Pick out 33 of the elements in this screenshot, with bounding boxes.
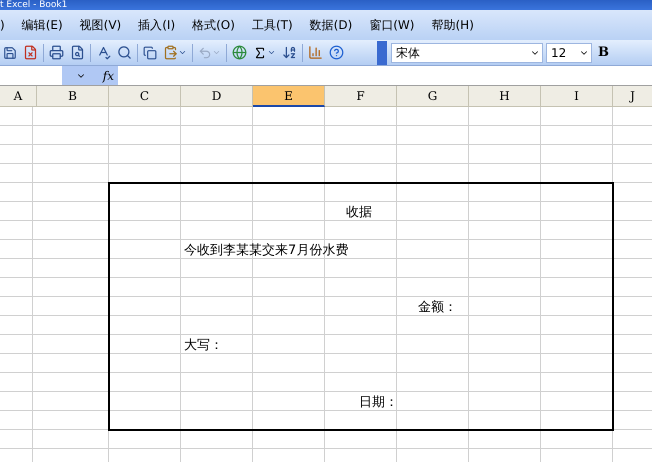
column-header[interactable]: H <box>469 86 541 107</box>
amount-label: 金额： <box>417 298 458 317</box>
column-header[interactable]: E <box>253 86 325 107</box>
toolbar-handle[interactable] <box>377 40 387 64</box>
menu-item[interactable]: 视图(V) <box>80 16 122 34</box>
column-header[interactable]: A <box>0 86 37 107</box>
menu-item[interactable]: 工具(T) <box>252 16 293 34</box>
fx-label[interactable]: fx <box>102 66 114 84</box>
menu-item[interactable]: 格式(O) <box>192 16 235 34</box>
menu-item[interactable]: 编辑(E) <box>22 16 63 34</box>
capital-label: 大写： <box>183 336 224 355</box>
font-name: 宋体 <box>396 44 420 62</box>
menu-item[interactable]: 窗口(W) <box>369 16 414 34</box>
menu-item[interactable]: 插入(I) <box>138 16 176 34</box>
font-size-value: 12 <box>551 44 566 62</box>
column-header[interactable]: F <box>325 86 397 107</box>
column-header[interactable]: G <box>397 86 469 107</box>
column-header[interactable]: I <box>541 86 613 107</box>
receipt-title: 收据 <box>345 204 373 222</box>
receipt-text: 今收到李某某交来7月份水费 <box>183 242 350 260</box>
name-box-dropdown[interactable]: fx <box>62 66 118 85</box>
menu-item[interactable]: 帮助(H) <box>431 16 474 34</box>
bold-button[interactable]: B <box>598 42 609 62</box>
font-field[interactable]: 宋体 <box>391 42 543 62</box>
menu-item[interactable]: ) <box>0 16 5 34</box>
menu-item[interactable]: 数据(D) <box>310 16 352 34</box>
column-header[interactable]: D <box>181 86 253 107</box>
font-size-field[interactable]: 12 <box>546 42 592 62</box>
column-header[interactable]: J <box>613 86 652 107</box>
column-header[interactable]: C <box>109 86 181 107</box>
date-label: 日期： <box>359 394 398 412</box>
column-header[interactable]: B <box>37 86 109 107</box>
window-title: t Excel - Book1 <box>0 0 68 10</box>
